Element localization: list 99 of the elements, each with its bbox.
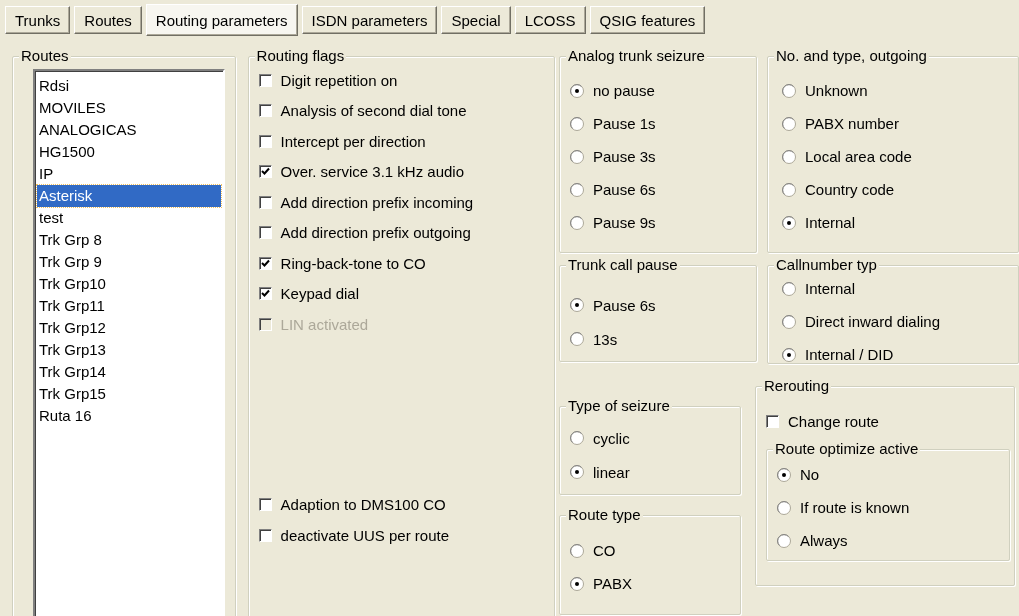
radio-label: PABX number <box>805 115 899 132</box>
list-item[interactable]: ANALOGICAS <box>37 119 221 141</box>
radio-button[interactable] <box>777 533 791 548</box>
radio-button[interactable] <box>777 500 791 515</box>
tab[interactable]: ISDN parameters <box>301 6 438 34</box>
radio-label: Pause 1s <box>593 115 656 132</box>
checkbox[interactable] <box>258 73 272 87</box>
radio-label: Internal <box>805 280 856 297</box>
radio-button[interactable] <box>570 576 584 591</box>
radio-button[interactable] <box>570 149 584 164</box>
radio-button[interactable] <box>570 431 584 445</box>
radio-button[interactable] <box>570 215 584 230</box>
radio-label: linear <box>593 463 630 481</box>
checkbox[interactable] <box>258 528 272 542</box>
radio-button[interactable] <box>777 467 791 482</box>
list-item[interactable]: Trk Grp11 <box>37 295 221 317</box>
list-item[interactable]: IP <box>37 163 221 185</box>
list-item[interactable]: Asterisk <box>37 185 221 207</box>
radio-label: Always <box>800 532 848 549</box>
list-item[interactable]: Rdsi <box>37 75 221 97</box>
checkbox[interactable] <box>258 287 272 301</box>
group-title: Callnumber typ <box>774 256 879 274</box>
radio-label: 13s <box>593 330 618 348</box>
radio-button[interactable] <box>782 149 796 164</box>
checkbox[interactable] <box>258 226 272 240</box>
checkbox[interactable] <box>258 195 272 209</box>
radio-button[interactable] <box>570 543 584 558</box>
radio-button[interactable] <box>570 332 584 346</box>
list-item[interactable]: Ruta 16 <box>37 405 221 427</box>
radio-button[interactable] <box>782 314 796 329</box>
group-title: Route optimize active <box>773 440 921 458</box>
radio-button[interactable] <box>782 83 796 98</box>
list-item[interactable]: Trk Grp 8 <box>37 229 221 251</box>
radio-label: Pause 9s <box>593 214 656 231</box>
list-item[interactable]: Trk Grp10 <box>37 273 221 295</box>
checkbox-label: Keypad dial <box>280 285 359 303</box>
radio-label: Direct inward dialing <box>805 313 941 330</box>
radio-label: no pause <box>593 82 655 99</box>
checkbox-label: Add direction prefix incoming <box>280 193 474 211</box>
tab[interactable]: LCOSS <box>514 6 586 34</box>
tab[interactable]: Trunks <box>5 6 71 34</box>
checkbox-label: Analysis of second dial tone <box>280 102 467 120</box>
group-title: Analog trunk seizure <box>566 47 707 65</box>
checkbox-label: Ring-back-tone to CO <box>280 254 426 272</box>
radio-button[interactable] <box>782 281 796 296</box>
checkbox[interactable] <box>258 104 272 118</box>
radio-label: Pause 6s <box>593 296 656 314</box>
checkbox-label: Digit repetition on <box>280 71 398 89</box>
checkbox-label: Change route <box>788 412 879 430</box>
radio-label: Pause 6s <box>593 181 656 198</box>
group-title: Trunk call pause <box>566 256 680 274</box>
checkbox-label: Add direction prefix outgoing <box>280 224 471 242</box>
radio-label: Pause 3s <box>593 148 656 165</box>
list-item[interactable]: Trk Grp13 <box>37 339 221 361</box>
radio-button[interactable] <box>570 298 584 312</box>
radio-label: CO <box>593 542 616 559</box>
list-item[interactable]: test <box>37 207 221 229</box>
checkbox[interactable] <box>258 498 272 512</box>
group-title: No. and type, outgoing <box>774 47 929 65</box>
tab[interactable]: Routes <box>74 6 142 34</box>
list-item[interactable]: HG1500 <box>37 141 221 163</box>
radio-label: Local area code <box>805 148 912 165</box>
list-item[interactable]: Trk Grp14 <box>37 361 221 383</box>
checkbox-label: Adaption to DMS100 CO <box>280 496 446 514</box>
route-list[interactable]: Rdsi MOVILES ANALOGICAS HG1500 IP Asterisk test Trk Grp 8 Trk Grp 9 Trk Grp10 Trk Grp11 Trk Grp12 Trk Grp13 Trk Grp14 Trk Grp15 Ruta 16 <box>33 69 225 616</box>
radio-label: Internal / DID <box>805 346 894 363</box>
tab[interactable]: Routing parameters <box>145 4 298 36</box>
radio-label: cyclic <box>593 429 630 447</box>
tab[interactable]: Special <box>441 6 511 34</box>
group-title: Routing flags <box>254 47 347 65</box>
radio-button[interactable] <box>570 465 584 479</box>
radio-label: If route is known <box>800 499 910 516</box>
group-title: Rerouting <box>762 377 832 395</box>
radio-button[interactable] <box>570 83 584 98</box>
checkbox[interactable] <box>258 256 272 270</box>
checkbox-label: Over. service 3.1 kHz audio <box>280 163 465 181</box>
list-item[interactable]: Trk Grp12 <box>37 317 221 339</box>
radio-label: Unknown <box>805 82 868 99</box>
tab[interactable]: QSIG features <box>589 6 706 34</box>
radio-button[interactable] <box>782 215 796 230</box>
radio-label: Country code <box>805 181 895 198</box>
radio-button[interactable] <box>570 116 584 131</box>
radio-button[interactable] <box>782 347 796 362</box>
radio-label: Internal <box>805 214 856 231</box>
radio-label: PABX <box>593 575 632 592</box>
checkbox[interactable] <box>258 165 272 179</box>
checkbox[interactable] <box>766 414 779 428</box>
radio-button[interactable] <box>570 182 584 197</box>
group-title: Type of seizure <box>566 397 672 415</box>
radio-label: No <box>800 466 820 483</box>
checkbox[interactable] <box>258 134 272 148</box>
checkbox-label: Intercept per direction <box>280 132 426 150</box>
radio-button[interactable] <box>782 182 796 197</box>
checkbox-label: LIN activated <box>280 315 369 333</box>
checkbox-label: deactivate UUS per route <box>280 526 450 544</box>
list-item[interactable]: MOVILES <box>37 97 221 119</box>
list-item[interactable]: Trk Grp15 <box>37 383 221 405</box>
list-item[interactable]: Trk Grp 9 <box>37 251 221 273</box>
radio-button[interactable] <box>782 116 796 131</box>
